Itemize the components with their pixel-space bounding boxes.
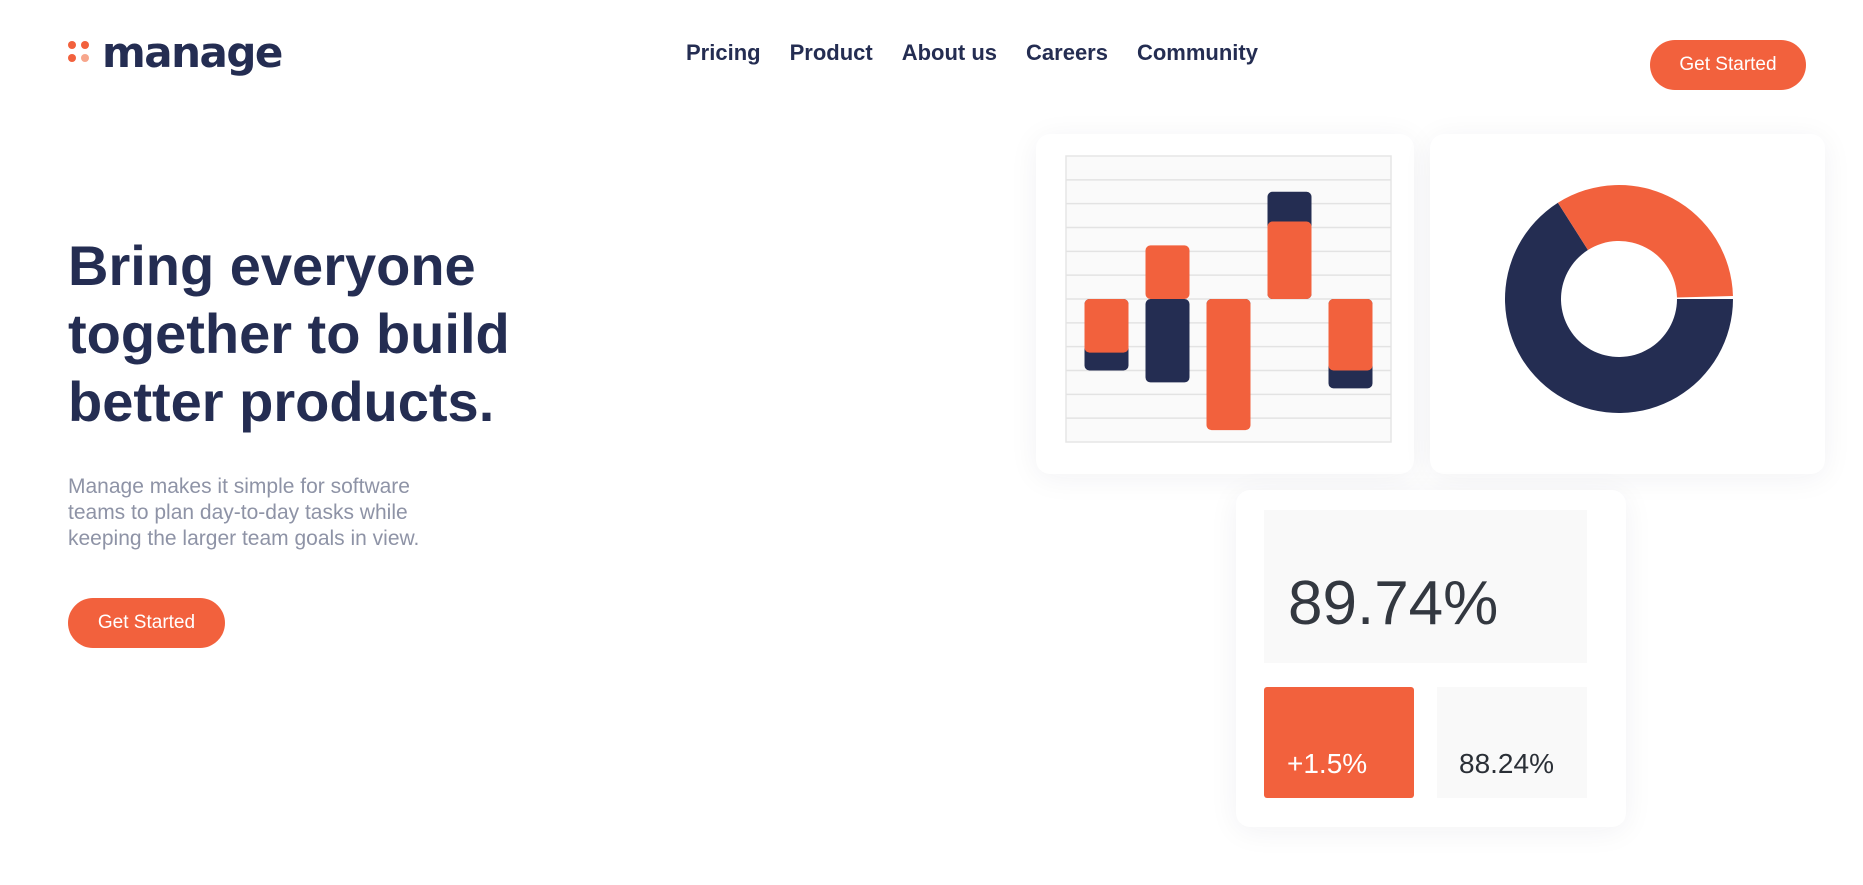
main-stat-tile: 89.74%	[1264, 510, 1587, 663]
logo[interactable]: manage	[68, 28, 283, 77]
nav-link-pricing[interactable]: Pricing	[686, 40, 761, 66]
main-nav: Pricing Product About us Careers Communi…	[686, 40, 1258, 66]
four-dots-logo-icon	[68, 41, 90, 65]
secondary-stat-value: 88.24%	[1459, 748, 1554, 779]
hero-get-started-button[interactable]: Get Started	[68, 598, 225, 648]
donut-slice	[1557, 185, 1733, 298]
chart-bar	[1328, 299, 1373, 371]
hero-description: Manage makes it simple for software team…	[68, 475, 420, 550]
chart-bar	[1084, 299, 1129, 353]
stats-card: 89.74% +1.5% 88.24%	[1236, 490, 1626, 827]
bar-chart-card	[1036, 134, 1414, 474]
nav-link-careers[interactable]: Careers	[1026, 40, 1108, 66]
header-get-started-button[interactable]: Get Started	[1650, 40, 1806, 90]
chart-bar	[1145, 245, 1190, 299]
nav-link-product[interactable]: Product	[790, 40, 873, 66]
bar-chart	[1065, 155, 1392, 443]
nav-link-community[interactable]: Community	[1137, 40, 1258, 66]
nav-link-about-us[interactable]: About us	[902, 40, 997, 66]
change-stat-tile: +1.5%	[1264, 687, 1414, 798]
change-stat-value: +1.5%	[1287, 748, 1368, 779]
chart-bar	[1145, 299, 1190, 383]
logo-wordmark: manage	[102, 28, 283, 77]
chart-bar	[1206, 299, 1251, 431]
donut-chart	[1505, 185, 1733, 413]
secondary-stat-tile: 88.24%	[1437, 687, 1587, 798]
donut-chart-card	[1430, 134, 1825, 474]
chart-bar	[1267, 221, 1312, 299]
hero-headline: Bring everyone together to build better …	[68, 234, 510, 433]
main-stat-value: 89.74%	[1288, 569, 1499, 638]
